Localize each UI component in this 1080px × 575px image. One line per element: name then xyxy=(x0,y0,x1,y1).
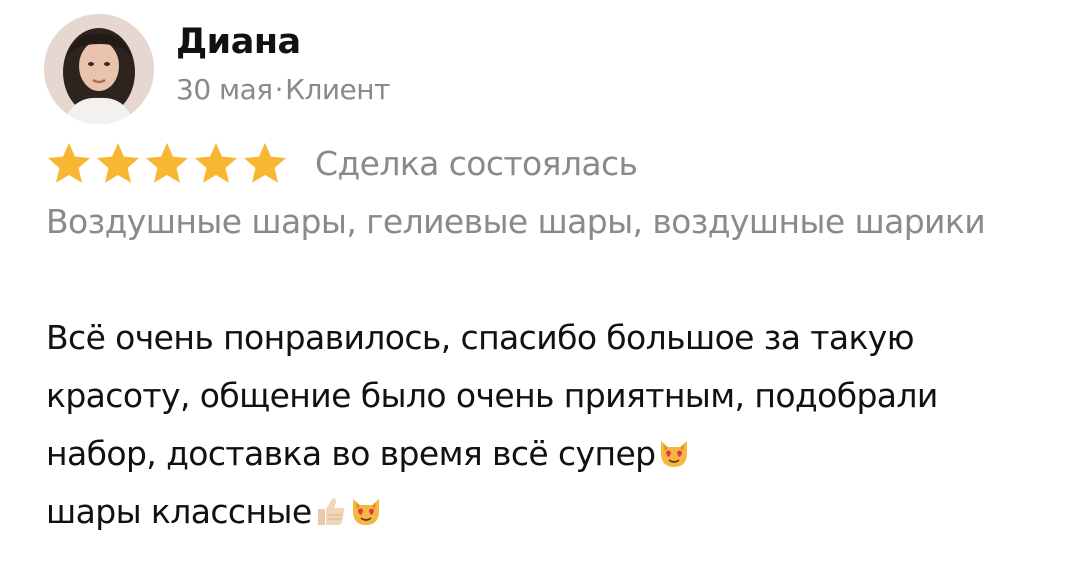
review-date: 30 мая xyxy=(176,73,273,106)
star-icon xyxy=(194,142,238,183)
meta-separator: · xyxy=(274,73,284,106)
rating-row: Сделка состоялась xyxy=(46,138,638,188)
author-role: Клиент xyxy=(285,73,390,106)
avatar[interactable] xyxy=(44,14,154,124)
avatar-photo xyxy=(44,14,154,124)
deal-status: Сделка состоялась xyxy=(315,143,638,183)
service-category: Воздушные шары, гелиевые шары, воздушные… xyxy=(46,202,986,241)
star-icon xyxy=(96,142,140,183)
star-icon xyxy=(243,142,287,183)
review-card: Диана 30 мая·Клиент Сделка состоялась Во… xyxy=(0,0,1080,575)
thumbs-up-icon xyxy=(312,493,348,529)
review-meta: 30 мая·Клиент xyxy=(176,71,390,109)
author-name[interactable]: Диана xyxy=(176,20,301,64)
star-icon xyxy=(47,142,91,183)
heart-eyes-cat-icon xyxy=(348,493,384,529)
star-rating xyxy=(46,141,291,185)
review-text: Всё очень понравилось, спасибо большое з… xyxy=(46,309,1036,541)
review-text-part-2: шары классные xyxy=(46,492,312,531)
review-text-part-1: Всё очень понравилось, спасибо большое з… xyxy=(46,318,938,473)
star-icon xyxy=(145,142,189,183)
heart-eyes-cat-icon xyxy=(656,435,692,471)
